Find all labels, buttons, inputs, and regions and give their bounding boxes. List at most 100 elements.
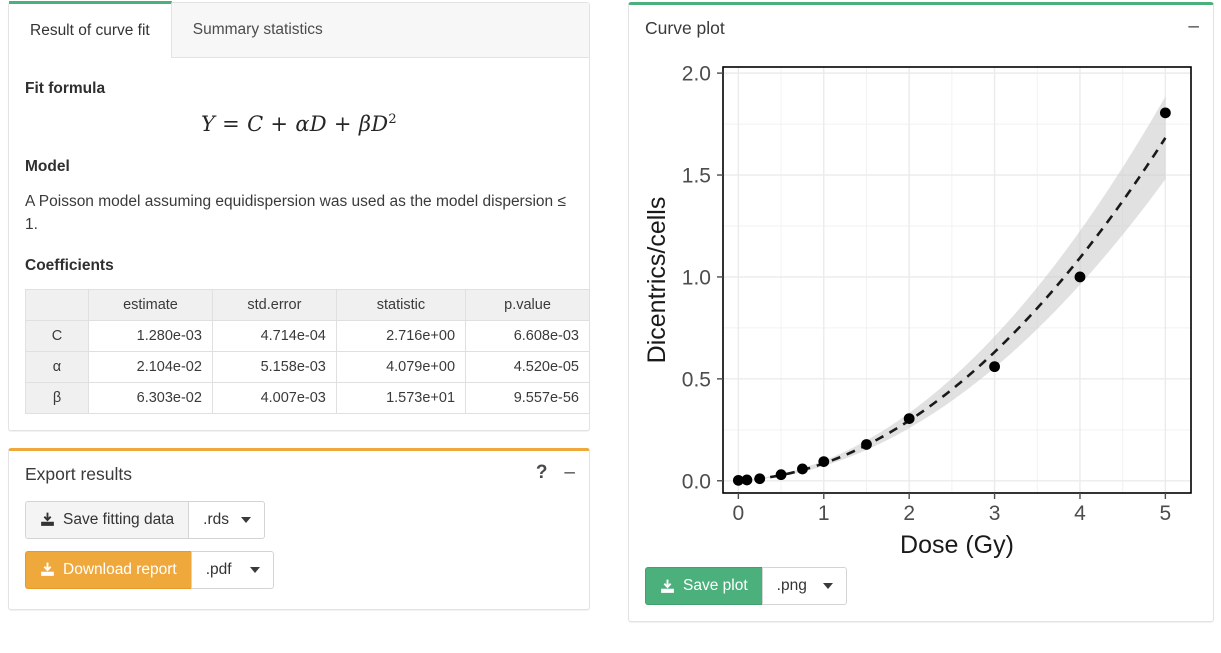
formula-exponent: 2 (388, 112, 397, 127)
cell-beta-statistic: 1.573e+01 (335, 381, 467, 414)
save-fitting-data-label: Save fitting data (63, 510, 175, 528)
plot-panel-footer: Save plot .png (629, 563, 1213, 621)
left-column: Result of curve fit Summary statistics F… (8, 1, 590, 610)
export-panel-header: Export results ? – (9, 451, 589, 491)
save-fitting-data-group: Save fitting data .rds (25, 500, 266, 539)
table-body: C 1.280e-03 4.714e-04 2.716e+00 6.608e-0… (25, 319, 590, 414)
svg-text:1.5: 1.5 (682, 165, 711, 188)
cell-alpha-statistic: 4.079e+00 (335, 350, 467, 383)
svg-text:1: 1 (818, 502, 830, 525)
model-description: A Poisson model assuming equidispersion … (25, 193, 566, 234)
tab-label: Summary statistics (192, 21, 323, 38)
model-heading: Model (25, 158, 70, 175)
column-header-estimate: estimate (88, 288, 213, 321)
curve-plot-panel: Curve plot – 0 1 2 3 4 5 0.0 0.5 1.0 1.5 2.0 Dose (… (628, 2, 1214, 622)
download-icon (40, 562, 55, 577)
svg-text:4: 4 (1074, 502, 1086, 525)
formula-equals: = (222, 112, 241, 136)
save-fitting-data-button[interactable]: Save fitting data (25, 500, 189, 539)
row-header-alpha: α (25, 350, 89, 383)
download-icon (40, 512, 55, 527)
download-report-label: Download report (63, 560, 177, 578)
save-plot-label: Save plot (683, 577, 748, 594)
svg-text:Dicentrics/cells: Dicentrics/cells (643, 197, 671, 364)
column-header-std-error: std.error (211, 288, 337, 321)
svg-text:0.0: 0.0 (682, 470, 711, 493)
export-panel-body: Save fitting data .rds Download report .… (9, 491, 589, 609)
curve-plot-figure: 0 1 2 3 4 5 0.0 0.5 1.0 1.5 2.0 Dose (Gy) Dicentrics… (629, 45, 1213, 563)
cell-alpha-p-value: 4.520e-05 (465, 350, 590, 383)
svg-text:Dose (Gy): Dose (Gy) (900, 531, 1014, 558)
download-report-format-value: .pdf (205, 560, 232, 578)
table-row: β 6.303e-02 4.007e-03 1.573e+01 9.557e-5… (25, 381, 590, 414)
table-corner-cell (25, 288, 89, 321)
save-plot-button[interactable]: Save plot (645, 567, 762, 605)
plot-panel-tools: – (1188, 17, 1199, 36)
cell-c-std-error: 4.714e-04 (211, 319, 337, 352)
formula-plus-1: + (270, 112, 289, 136)
tab-panel-result-of-curve-fit: Fit formula Y = C + αD + βD2 Model A Poi… (9, 58, 590, 430)
download-report-format-select[interactable]: .pdf (190, 550, 274, 589)
fit-formula-heading: Fit formula (25, 80, 106, 97)
svg-text:0.5: 0.5 (682, 368, 711, 391)
formula-y: Y (201, 112, 216, 136)
table-header-row: estimate std.error statistic p.value (25, 288, 590, 321)
chevron-down-icon (241, 516, 252, 523)
formula-alpha: α (295, 112, 310, 136)
coefficients-heading: Coefficients (25, 256, 114, 274)
plot-panel-title: Curve plot (645, 18, 725, 38)
cell-c-p-value: 6.608e-03 (465, 319, 590, 352)
export-results-panel: Export results ? – Save fitting data .rd… (8, 447, 590, 610)
svg-text:5: 5 (1160, 502, 1172, 525)
svg-text:3: 3 (989, 502, 1001, 525)
download-icon (660, 579, 675, 594)
tab-summary-statistics[interactable]: Summary statistics (172, 3, 344, 57)
cell-c-statistic: 2.716e+00 (335, 319, 467, 352)
cell-alpha-std-error: 5.158e-03 (211, 350, 337, 383)
download-report-button[interactable]: Download report (25, 550, 191, 589)
question-mark-icon[interactable]: ? (536, 463, 548, 482)
save-plot-format-value: .png (776, 577, 807, 594)
right-column: Curve plot – 0 1 2 3 4 5 0.0 0.5 1.0 1.5 2.0 Dose (… (628, 2, 1214, 622)
export-panel-title: Export results (25, 463, 132, 484)
save-plot-format-select[interactable]: .png (761, 567, 847, 605)
cell-c-estimate: 1.280e-03 (88, 319, 213, 352)
app-root: Result of curve fit Summary statistics F… (0, 0, 1221, 653)
chevron-down-icon (249, 566, 260, 573)
formula-plus-2: + (333, 112, 352, 136)
cell-alpha-estimate: 2.104e-02 (88, 350, 213, 383)
plot-panel-header: Curve plot – (629, 5, 1213, 45)
tab-label: Result of curve fit (30, 22, 150, 39)
export-panel-tools: ? – (536, 463, 575, 482)
table-row: α 2.104e-02 5.158e-03 4.079e+00 4.520e-0… (25, 350, 590, 383)
svg-text:1.0: 1.0 (682, 266, 711, 289)
column-header-statistic: statistic (335, 288, 467, 321)
save-plot-group: Save plot .png (645, 567, 847, 605)
tab-strip: Result of curve fit Summary statistics (9, 1, 589, 58)
cell-beta-p-value: 9.557e-56 (465, 381, 590, 414)
save-fitting-data-format-select[interactable]: .rds (188, 500, 266, 539)
curve-plot-svg: 0 1 2 3 4 5 0.0 0.5 1.0 1.5 2.0 Dose (Gy) Dicentrics… (643, 63, 1192, 559)
formula-d-1: D (309, 112, 327, 136)
fit-formula: Y = C + αD + βD2 (25, 112, 573, 136)
row-header-beta: β (25, 381, 89, 414)
svg-text:2: 2 (903, 502, 915, 525)
formula-c: C (247, 112, 264, 136)
table-row: C 1.280e-03 4.714e-04 2.716e+00 6.608e-0… (25, 319, 590, 352)
minus-icon[interactable]: – (1188, 17, 1199, 36)
coefficients-table: estimate std.error statistic p.value C 1… (25, 288, 590, 414)
tab-result-of-curve-fit[interactable]: Result of curve fit (9, 1, 172, 58)
table-header: estimate std.error statistic p.value (25, 288, 590, 321)
minus-icon[interactable]: – (564, 463, 575, 482)
save-fitting-data-format-value: .rds (203, 510, 230, 528)
svg-text:0: 0 (733, 502, 745, 525)
chevron-down-icon (822, 583, 833, 589)
cell-beta-estimate: 6.303e-02 (88, 381, 213, 414)
formula-d-2: D (371, 112, 389, 136)
formula-beta: β (358, 112, 372, 136)
row-header-c: C (25, 319, 89, 352)
column-header-p-value: p.value (465, 288, 590, 321)
svg-text:2.0: 2.0 (682, 63, 711, 86)
cell-beta-std-error: 4.007e-03 (211, 381, 337, 414)
results-tab-card: Result of curve fit Summary statistics F… (8, 1, 590, 431)
